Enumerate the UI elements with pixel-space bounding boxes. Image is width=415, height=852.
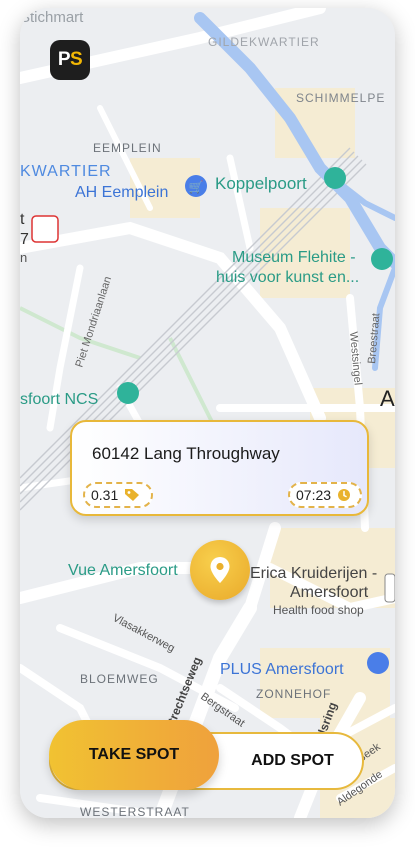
label-a-big: A: [380, 386, 395, 411]
time-value: 07:23: [296, 487, 332, 503]
logo-letter-s: S: [70, 49, 83, 70]
label-left-7: 7: [20, 231, 29, 248]
label-left-n: n: [20, 250, 27, 265]
shop-edge-icon: [384, 573, 395, 603]
logo-letter-p: P: [57, 49, 71, 70]
take-spot-button[interactable]: TAKE SPOT: [49, 720, 219, 790]
spot-address: 60142 Lang Throughway: [92, 444, 280, 463]
app-logo: PS: [50, 40, 90, 80]
label-koppelpoort: Koppelpoort: [215, 174, 307, 193]
label-museum-2: huis voor kunst en...: [216, 269, 359, 286]
plus-cart-icon: [367, 652, 389, 674]
time-pill: 07:23: [288, 482, 362, 508]
clock-icon: [338, 489, 351, 501]
label-bloemweg: BLOEMWEG: [80, 672, 159, 686]
label-gildekwartier: GILDEKWARTIER: [208, 35, 320, 49]
map[interactable]: 🛒 Stichmart GILDEKWARTIER SCHIMMELPE EEM…: [20, 8, 395, 818]
label-museum-1: Museum Flehite -: [232, 249, 356, 266]
svg-text:🛒: 🛒: [189, 180, 204, 194]
label-schimmelpe: SCHIMMELPE: [296, 91, 385, 105]
landmark-icon: [324, 167, 346, 189]
label-ah-eemplein: AH Eemplein: [75, 184, 168, 201]
shop-logo-icon: [31, 215, 59, 243]
label-zonnehof: ZONNEHOF: [256, 687, 331, 701]
label-kwartier: KWARTIER: [20, 163, 112, 180]
price-tag-icon: [125, 489, 140, 501]
price-value: 0.31: [91, 487, 119, 503]
label-eemplein: EEMPLEIN: [93, 141, 162, 155]
label-westerstraat: WESTERSTRAAT: [80, 805, 190, 818]
location-pin-button[interactable]: [190, 540, 250, 600]
label-top-left: Stichmart: [20, 9, 84, 26]
phone-frame: 🛒 Stichmart GILDEKWARTIER SCHIMMELPE EEM…: [20, 8, 395, 818]
add-spot-button[interactable]: ADD SPOT: [225, 739, 360, 783]
price-pill: 0.31: [83, 482, 153, 508]
label-vue: Vue Amersfoort: [68, 562, 178, 579]
label-erica-1: Erica Kruiderijen -: [250, 565, 377, 582]
label-amersfoort-ncs: sfoort NCS: [20, 391, 98, 408]
label-plus: PLUS Amersfoort: [220, 661, 344, 678]
label-erica-2: Amersfoort: [290, 584, 369, 601]
museum-icon: [371, 248, 393, 270]
spot-card[interactable]: 60142 Lang Throughway 0.31 07:23: [70, 420, 369, 516]
label-left-t: t: [20, 211, 25, 228]
label-health: Health food shop: [273, 603, 364, 617]
museum-ncs-icon: [117, 382, 139, 404]
location-pin-icon: [210, 557, 230, 583]
